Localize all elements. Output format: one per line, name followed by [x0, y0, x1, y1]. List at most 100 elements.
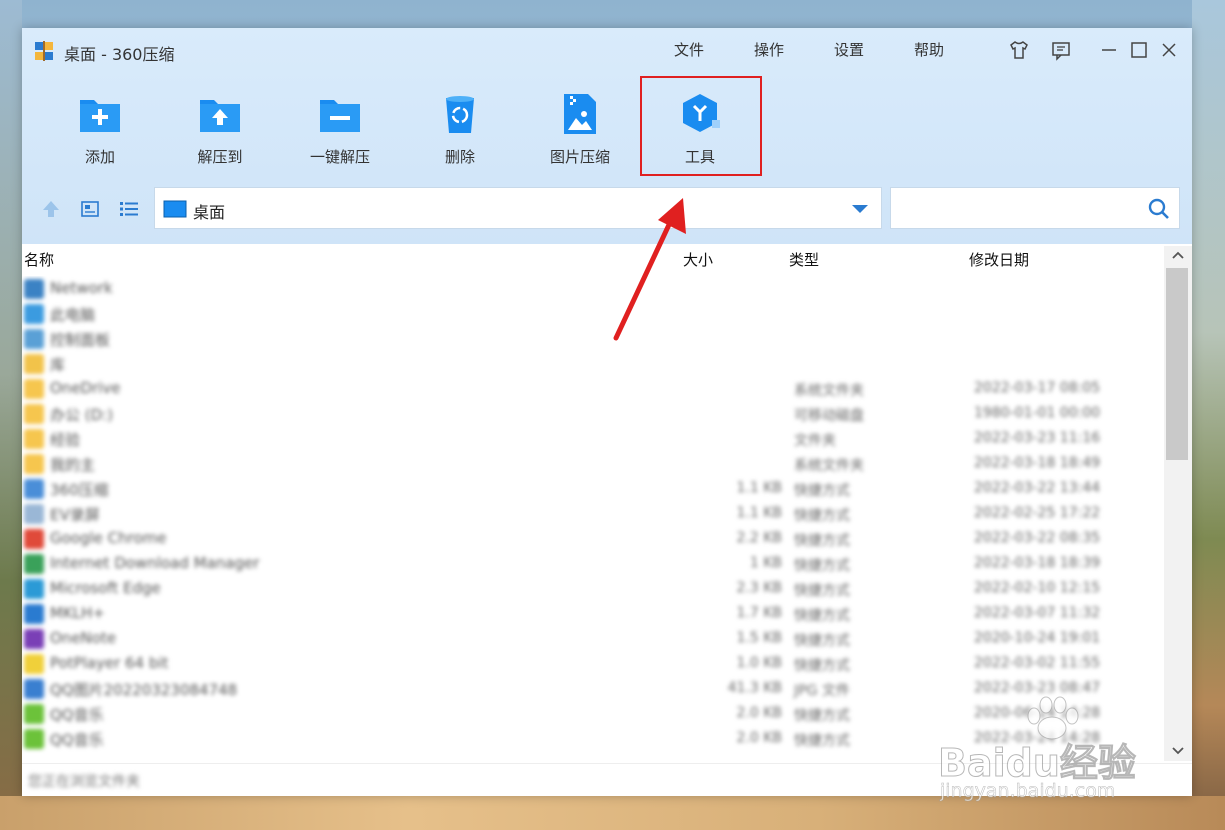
file-name: 库: [50, 356, 66, 374]
file-name: 控制面板: [50, 331, 111, 349]
file-row[interactable]: 我的主 系统文件夹 2022-03-18 18:49: [22, 451, 1164, 476]
app-window: 桌面 - 360压缩 文件 操作 设置 帮助 添加 解压到 一键解压 删除 图片…: [22, 28, 1192, 796]
file-date: 2022-03-02 11:55: [974, 655, 1101, 671]
file-date: 2022-03-22 13:44: [974, 480, 1101, 496]
file-date: 1980-01-01 00:00: [974, 405, 1101, 421]
file-type: 快捷方式: [794, 608, 850, 624]
scroll-down-icon[interactable]: [1171, 746, 1185, 756]
file-date: 2022-03-18 18:49: [974, 455, 1101, 471]
list-view-icon[interactable]: [118, 198, 140, 220]
column-name[interactable]: 名称: [24, 249, 54, 270]
file-type: 快捷方式: [794, 658, 850, 674]
file-row[interactable]: OneNote 1.5 KB 快捷方式 2020-10-24 19:01: [22, 626, 1164, 651]
file-row[interactable]: Network: [22, 276, 1164, 301]
up-arrow-icon[interactable]: [40, 198, 62, 220]
file-name: OneNote: [50, 629, 117, 647]
file-icon: [24, 729, 44, 749]
file-icon: [24, 629, 44, 649]
file-icon: [24, 304, 44, 324]
tools-highlight-box: [640, 76, 762, 176]
image-compress-icon: [564, 94, 596, 134]
current-path: 桌面: [193, 203, 226, 222]
file-list: Network 此电脑控制面板库 OneDrive 系统文件夹 2022-03-17 0…: [22, 276, 1164, 761]
one-click-extract-icon: [320, 100, 360, 132]
file-row[interactable]: 办公 (D:) 可移动磁盘 1980-01-01 00:00: [22, 401, 1164, 426]
add-button[interactable]: 添加: [50, 88, 150, 178]
search-input[interactable]: [897, 196, 1141, 222]
file-icon: [24, 679, 44, 699]
file-date: 2022-03-23 11:16: [974, 430, 1101, 446]
file-row[interactable]: Microsoft Edge 2.3 KB 快捷方式 2022-02-10 12:15: [22, 576, 1164, 601]
file-icon: [24, 354, 44, 374]
file-row[interactable]: 此电脑: [22, 301, 1164, 326]
maximize-icon[interactable]: [1128, 39, 1150, 61]
column-type[interactable]: 类型: [789, 249, 819, 270]
menu-help[interactable]: 帮助: [914, 39, 944, 60]
image-compress-button[interactable]: 图片压缩: [530, 88, 630, 178]
file-row[interactable]: 控制面板: [22, 326, 1164, 351]
file-type: JPG 文件: [794, 683, 850, 699]
delete-button[interactable]: 删除: [410, 88, 510, 178]
path-dropdown-icon[interactable]: [851, 204, 869, 214]
file-row[interactable]: EV录屏 1.1 KB 快捷方式 2022-02-25 17:22: [22, 501, 1164, 526]
extract-to-label: 解压到: [197, 148, 243, 166]
file-date: 2022-02-25 17:22: [974, 505, 1101, 521]
file-icon: [24, 554, 44, 574]
file-name: Network: [50, 279, 113, 297]
menu-file[interactable]: 文件: [674, 39, 704, 60]
file-name: Internet Download Manager: [50, 554, 260, 572]
one-click-extract-button[interactable]: 一键解压: [290, 88, 390, 178]
file-icon: [24, 704, 44, 724]
vertical-scrollbar[interactable]: [1164, 246, 1192, 761]
extract-to-folder-icon: [200, 100, 240, 132]
file-icon: [24, 429, 44, 449]
file-size: 1.1 KB: [736, 505, 783, 521]
file-type: 快捷方式: [794, 633, 850, 649]
file-type: 快捷方式: [794, 508, 850, 524]
annotation-arrow: [613, 198, 686, 341]
file-row[interactable]: MKLH+ 1.7 KB 快捷方式 2022-03-07 11:32: [22, 601, 1164, 626]
file-size: 2.0 KB: [736, 705, 783, 721]
file-size: 1.1 KB: [736, 480, 783, 496]
file-row[interactable]: 经验 文件夹 2022-03-23 11:16: [22, 426, 1164, 451]
menu-settings[interactable]: 设置: [834, 39, 864, 60]
file-name: PotPlayer 64 bit: [50, 654, 169, 672]
file-icon: [24, 654, 44, 674]
menu-operation[interactable]: 操作: [754, 39, 784, 60]
file-name: Microsoft Edge: [50, 579, 161, 597]
file-date: 2022-03-22 08:35: [974, 530, 1101, 546]
file-row[interactable]: 库: [22, 351, 1164, 376]
file-row[interactable]: OneDrive 系统文件夹 2022-03-17 08:05: [22, 376, 1164, 401]
desktop-wallpaper-right: [1192, 0, 1225, 830]
file-row[interactable]: 360压缩 1.1 KB 快捷方式 2022-03-22 13:44: [22, 476, 1164, 501]
baidu-watermark: Baidu经验 jingyan.baidu.com: [938, 696, 1168, 806]
file-icon: [24, 279, 44, 299]
path-bar[interactable]: 桌面: [154, 187, 882, 229]
delete-label: 删除: [444, 148, 475, 166]
file-icon: [24, 379, 44, 399]
feedback-message-icon[interactable]: [1050, 39, 1072, 61]
skin-shirt-icon[interactable]: [1008, 39, 1030, 61]
file-row[interactable]: Google Chrome 2.2 KB 快捷方式 2022-03-22 08:35: [22, 526, 1164, 551]
window-title: 桌面 - 360压缩: [64, 45, 175, 64]
scroll-thumb[interactable]: [1166, 268, 1188, 460]
file-row[interactable]: Internet Download Manager 1 KB 快捷方式 2022-03…: [22, 551, 1164, 576]
search-bar[interactable]: [890, 187, 1180, 229]
app-logo-icon: [35, 41, 53, 61]
file-icon: [24, 604, 44, 624]
file-type: 快捷方式: [794, 733, 850, 749]
minimize-icon[interactable]: [1098, 39, 1120, 61]
file-icon: [24, 404, 44, 424]
close-icon[interactable]: [1158, 39, 1180, 61]
file-name: QQ音乐: [50, 731, 104, 749]
file-row[interactable]: PotPlayer 64 bit 1.0 KB 快捷方式 2022-03-02 11:…: [22, 651, 1164, 676]
thumbnail-view-icon[interactable]: [79, 198, 101, 220]
file-date: 2022-02-10 12:15: [974, 580, 1101, 596]
file-size: 1.0 KB: [736, 655, 783, 671]
file-date: 2022-03-07 11:32: [974, 605, 1101, 621]
column-date[interactable]: 修改日期: [969, 249, 1029, 270]
extract-to-button[interactable]: 解压到: [170, 88, 270, 178]
scroll-up-icon[interactable]: [1171, 250, 1185, 260]
search-icon[interactable]: [1147, 197, 1171, 221]
file-name: 此电脑: [50, 306, 96, 324]
